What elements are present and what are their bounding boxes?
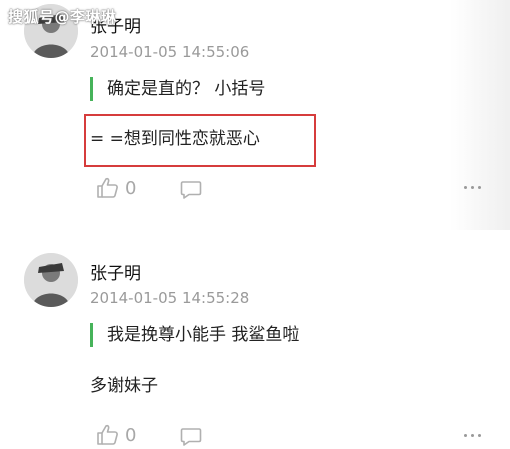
thumbs-up-icon [97, 177, 118, 198]
reply-button[interactable] [180, 427, 202, 447]
quoted-text: 确定是直的？ 小括号 [90, 77, 265, 101]
more-dots-icon[interactable] [464, 186, 481, 189]
like-button[interactable]: 0 [96, 177, 136, 199]
avatar[interactable] [24, 253, 78, 307]
thumbs-up-icon [97, 424, 118, 445]
reply-text: = =想到同性恋就恶心 [90, 129, 260, 149]
quoted-text: 我是挽尊小能手 我鲨鱼啦 [90, 323, 299, 347]
like-count: 0 [125, 424, 137, 446]
reply-button[interactable] [180, 180, 202, 200]
speech-bubble-icon [180, 428, 202, 446]
like-button[interactable]: 0 [96, 424, 136, 446]
speech-bubble-icon [180, 181, 202, 199]
more-dots-icon[interactable] [464, 434, 481, 437]
timestamp: 2014-01-05 14:55:06 [90, 43, 250, 61]
reply-text: 多谢妹子 [90, 376, 158, 396]
like-count: 0 [125, 177, 137, 199]
background-shadow [450, 0, 510, 230]
watermark: 搜狐号@李琳琳 [8, 8, 117, 26]
timestamp: 2014-01-05 14:55:28 [90, 289, 250, 307]
author-name[interactable]: 张子明 [90, 259, 141, 284]
